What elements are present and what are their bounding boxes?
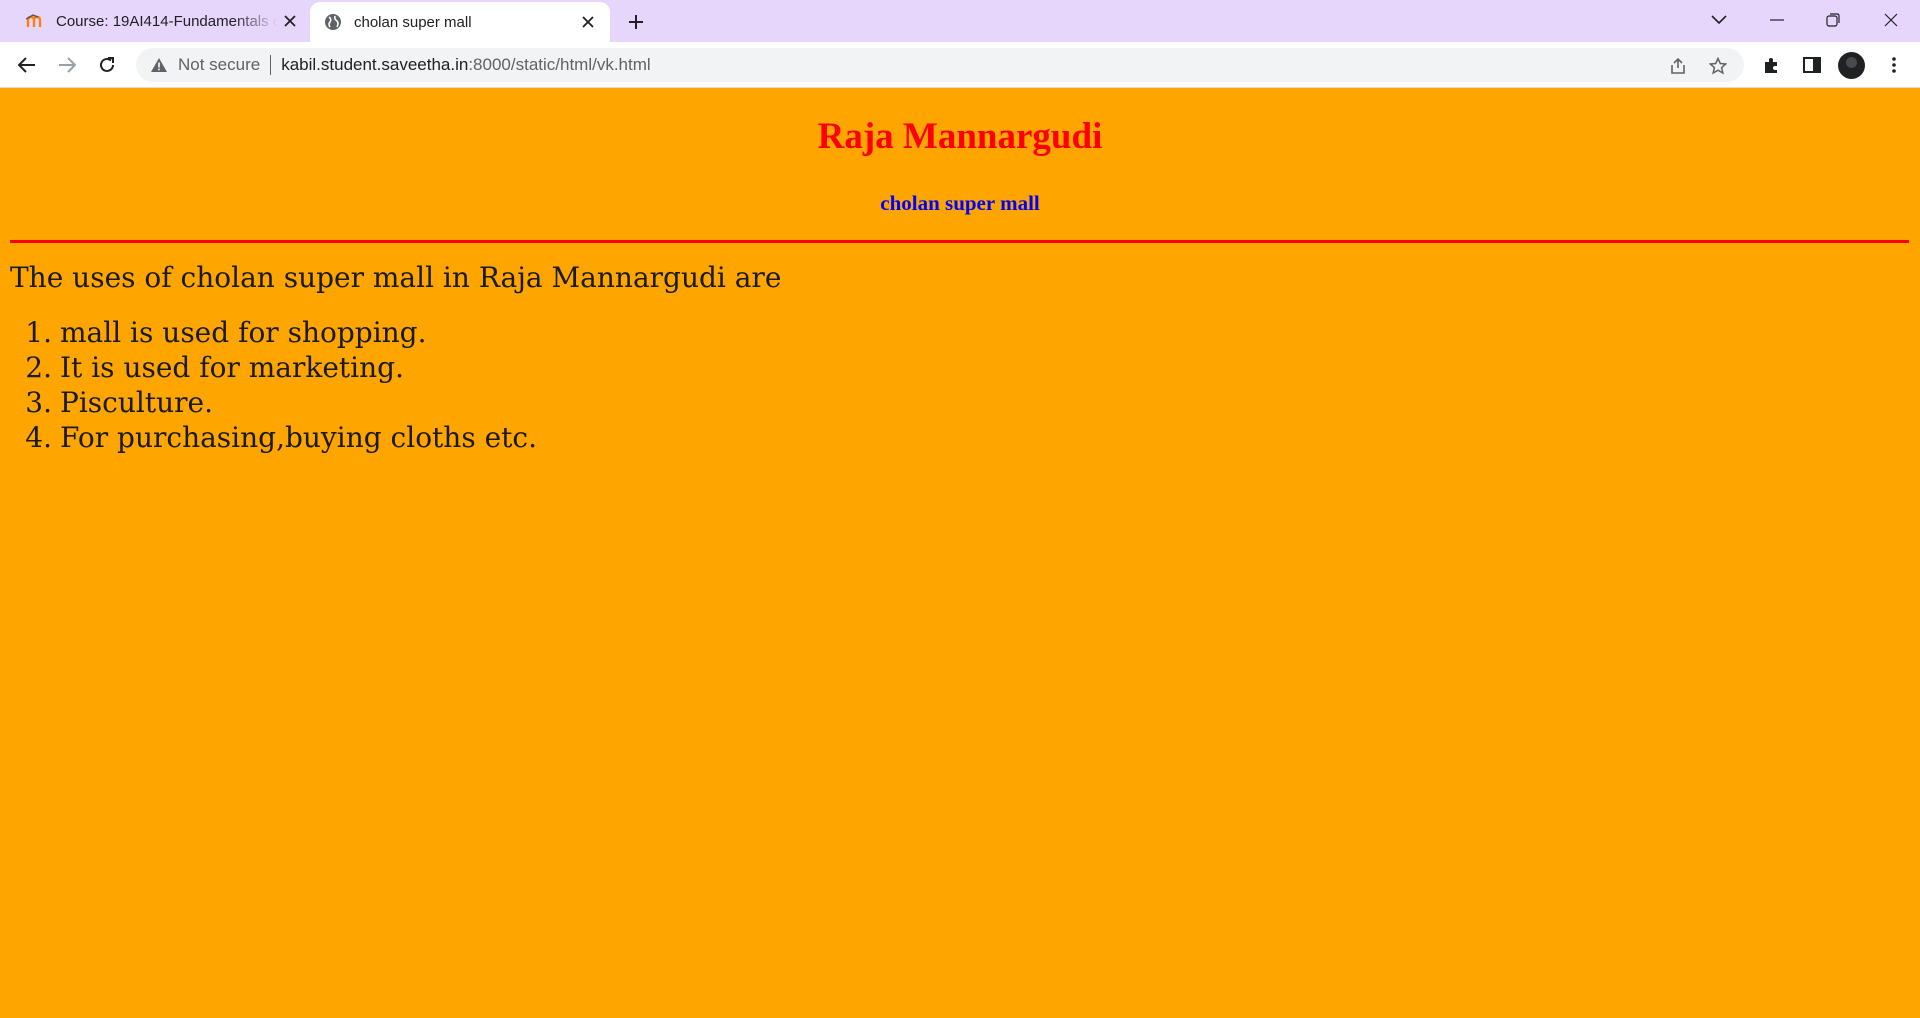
list-item: 2. It is used for marketing. (22, 350, 537, 385)
close-icon[interactable] (576, 10, 600, 34)
url-path: :8000/static/html/vk.html (468, 55, 651, 74)
tab-strip: Course: 19AI414-Fundamentals of cholan s… (0, 0, 1920, 42)
url-host: kabil.student.saveetha.in (281, 55, 469, 74)
page-heading: Raja Mannargudi (817, 116, 1103, 157)
chevron-down-icon (1711, 15, 1727, 25)
share-icon[interactable] (1666, 54, 1690, 78)
restore-button[interactable] (1810, 0, 1856, 40)
tab-cholan-super-mall[interactable]: cholan super mall (310, 2, 610, 42)
new-tab-button[interactable] (622, 8, 650, 36)
list-item: 4. For purchasing,buying cloths etc. (22, 420, 537, 455)
bookmark-star-icon[interactable] (1706, 54, 1730, 78)
tab-title: Course: 19AI414-Fundamentals of (56, 12, 278, 30)
page-content: Raja Mannargudi cholan super mall The us… (0, 89, 1920, 1018)
tab-title: cholan super mall (354, 13, 472, 31)
reload-icon (100, 57, 114, 72)
forward-button[interactable] (51, 49, 83, 81)
list-item-text: It is used for marketing. (60, 351, 404, 384)
plus-icon (629, 15, 643, 29)
list-number: 3. (25, 386, 52, 419)
separator (270, 55, 272, 75)
back-arrow-icon (18, 57, 35, 73)
globe-icon (324, 13, 342, 31)
page-subheading: cholan super mall (880, 191, 1040, 215)
tab-search-button[interactable] (1696, 0, 1742, 40)
list-item: 1. mall is used for shopping. (22, 315, 537, 350)
browser-toolbar: Not secure kabil.student.saveetha.in:800… (0, 42, 1920, 88)
warning-icon[interactable] (150, 56, 168, 74)
close-icon[interactable] (278, 9, 302, 33)
side-panel-icon[interactable] (1798, 51, 1826, 79)
moodle-icon (26, 12, 44, 30)
list-item: 3. Pisculture. (22, 385, 537, 420)
list-number: 1. (25, 316, 52, 349)
reload-button[interactable] (91, 49, 123, 81)
tab-course[interactable]: Course: 19AI414-Fundamentals of (14, 0, 312, 42)
url-text[interactable]: kabil.student.saveetha.in:8000/static/ht… (281, 55, 650, 75)
list-number: 2. (25, 351, 52, 384)
intro-text: The uses of cholan super mall in Raja Ma… (10, 261, 782, 294)
close-icon (1884, 13, 1898, 27)
address-bar[interactable]: Not secure kabil.student.saveetha.in:800… (136, 48, 1744, 82)
horizontal-rule (10, 240, 1909, 243)
list-item-text: For purchasing,buying cloths etc. (60, 421, 538, 454)
security-label[interactable]: Not secure (178, 55, 260, 75)
list-number: 4. (25, 421, 52, 454)
minimize-button[interactable] (1754, 0, 1800, 40)
restore-icon (1826, 13, 1840, 27)
minimize-icon (1770, 19, 1784, 21)
menu-kebab-icon[interactable] (1880, 51, 1908, 79)
uses-list: 1. mall is used for shopping. 2. It is use… (22, 315, 537, 455)
close-window-button[interactable] (1868, 0, 1914, 40)
list-item-text: Pisculture. (60, 386, 213, 419)
back-button[interactable] (11, 49, 43, 81)
profile-avatar[interactable] (1838, 52, 1865, 79)
list-item-text: mall is used for shopping. (60, 316, 427, 349)
extensions-icon[interactable] (1758, 51, 1786, 79)
forward-arrow-icon (59, 57, 76, 73)
